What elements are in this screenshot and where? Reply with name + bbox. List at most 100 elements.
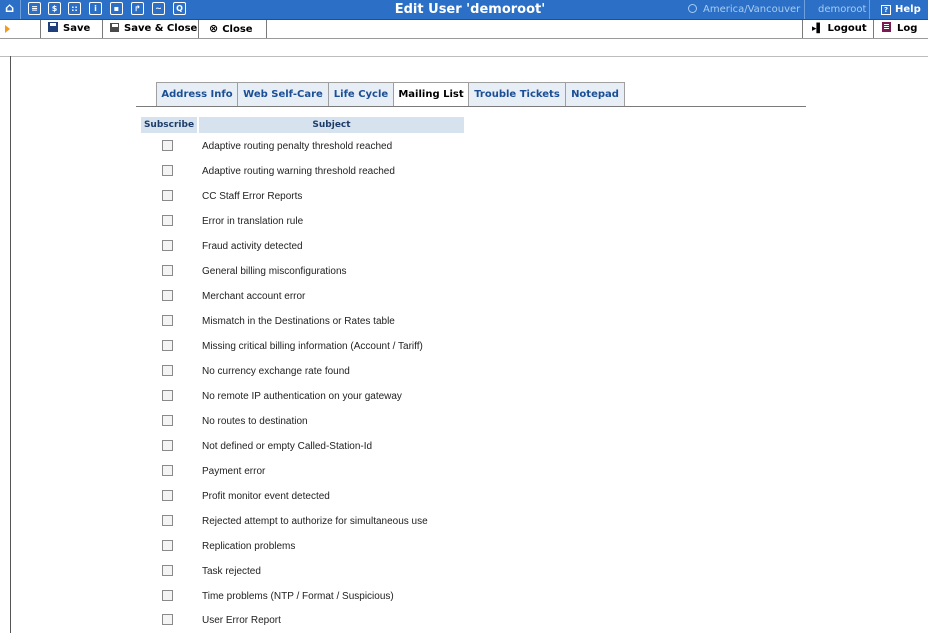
tab-life-cycle[interactable]: Life Cycle — [328, 82, 394, 106]
grid-icon[interactable]: :: — [68, 2, 81, 15]
subject-label: Task rejected — [202, 566, 261, 577]
divider — [102, 20, 103, 38]
page-title: Edit User 'demoroot' — [394, 2, 546, 17]
subject-label: Error in translation rule — [202, 216, 304, 227]
search-icon[interactable]: Q — [173, 2, 186, 15]
log-label: Log — [897, 23, 918, 34]
tab-mailing-list[interactable]: Mailing List — [393, 82, 469, 106]
table-row: Time problems (NTP / Format / Suspicious… — [0, 584, 928, 609]
subject-label: Adaptive routing warning threshold reach… — [202, 166, 395, 177]
device-icon[interactable]: ▪ — [110, 2, 123, 15]
table-row: Fraud activity detected — [0, 234, 928, 259]
subscribe-checkbox[interactable] — [162, 565, 173, 576]
help-icon: ? — [881, 5, 891, 15]
subject-label: Not defined or empty Called-Station-Id — [202, 441, 373, 452]
table-row: No routes to destination — [0, 409, 928, 434]
subscribe-checkbox[interactable] — [162, 215, 173, 226]
divider — [198, 20, 199, 38]
arrow-icon[interactable]: ↱ — [131, 2, 144, 15]
save-label: Save — [63, 23, 91, 34]
clock-icon — [688, 4, 697, 13]
subject-label: User Error Report — [202, 615, 281, 626]
subscribe-checkbox[interactable] — [162, 315, 173, 326]
save-close-button[interactable]: Save & Close — [110, 20, 197, 38]
table-row: Adaptive routing warning threshold reach… — [0, 159, 928, 184]
subject-label: No currency exchange rate found — [202, 366, 350, 377]
current-user-link[interactable]: demoroot — [818, 0, 866, 19]
table-row: Error in translation rule — [0, 209, 928, 234]
subject-label: Mismatch in the Destinations or Rates ta… — [202, 316, 395, 327]
subscribe-checkbox[interactable] — [162, 340, 173, 351]
logout-icon: ▸▌ — [812, 24, 824, 34]
save-button[interactable]: Save — [48, 20, 90, 38]
expand-arrow-icon[interactable] — [5, 25, 10, 33]
divider — [804, 0, 805, 19]
subscribe-checkbox[interactable] — [162, 365, 173, 376]
subscribe-checkbox[interactable] — [162, 465, 173, 476]
divider — [20, 0, 21, 19]
subject-label: Merchant account error — [202, 291, 306, 302]
divider — [802, 20, 803, 38]
floppy-icon — [110, 23, 119, 32]
table-row: User Error Report — [0, 608, 928, 633]
table-row: Adaptive routing penalty threshold reach… — [0, 134, 928, 159]
log-icon — [882, 22, 891, 32]
subject-column-header: Subject — [199, 117, 464, 133]
subscribe-checkbox[interactable] — [162, 440, 173, 451]
tab-trouble-tickets[interactable]: Trouble Tickets — [468, 82, 566, 106]
subscribe-checkbox[interactable] — [162, 265, 173, 276]
subscribe-checkbox[interactable] — [162, 240, 173, 251]
toolbar-row: Save Save & Close ⊗ Close ▸▌ Logout Log — [0, 20, 928, 39]
table-row: Mismatch in the Destinations or Rates ta… — [0, 309, 928, 334]
table-row: Profit monitor event detected — [0, 484, 928, 509]
tab-address-info[interactable]: Address Info — [156, 82, 238, 106]
close-button[interactable]: ⊗ Close — [209, 20, 253, 38]
subject-label: CC Staff Error Reports — [202, 191, 303, 202]
table-row: Task rejected — [0, 559, 928, 584]
subscribe-checkbox[interactable] — [162, 165, 173, 176]
floppy-icon — [48, 22, 58, 32]
subscribe-checkbox[interactable] — [162, 614, 173, 625]
tab-web-self-care[interactable]: Web Self-Care — [237, 82, 329, 106]
divider — [869, 0, 870, 19]
table-row: No currency exchange rate found — [0, 359, 928, 384]
subject-label: Rejected attempt to authorize for simult… — [202, 516, 428, 527]
subject-label: Fraud activity detected — [202, 241, 303, 252]
logout-button[interactable]: ▸▌ Logout — [812, 20, 867, 38]
divider — [873, 20, 874, 38]
subscribe-checkbox[interactable] — [162, 515, 173, 526]
subscribe-checkbox[interactable] — [162, 490, 173, 501]
table-row: Payment error — [0, 459, 928, 484]
tab-underline — [136, 106, 806, 107]
subscribe-checkbox[interactable] — [162, 415, 173, 426]
table-row: Merchant account error — [0, 284, 928, 309]
timezone-link[interactable]: America/Vancouver — [688, 0, 802, 19]
close-icon: ⊗ — [209, 22, 219, 35]
tab-notepad[interactable]: Notepad — [565, 82, 625, 106]
subscribe-checkbox[interactable] — [162, 540, 173, 551]
subscribe-checkbox[interactable] — [162, 390, 173, 401]
help-link[interactable]: ? Help — [881, 0, 921, 19]
table-row: Rejected attempt to authorize for simult… — [0, 509, 928, 534]
table-row: Not defined or empty Called-Station-Id — [0, 434, 928, 459]
log-button[interactable]: Log — [882, 20, 917, 38]
help-label: Help — [895, 4, 921, 15]
subscribe-column-header: Subscribe — [141, 117, 197, 133]
list-icon[interactable]: ≡ — [28, 2, 41, 15]
subscribe-checkbox[interactable] — [162, 140, 173, 151]
subscribe-checkbox[interactable] — [162, 290, 173, 301]
subject-label: No remote IP authentication on your gate… — [202, 391, 402, 402]
home-icon[interactable]: ⌂ — [3, 2, 16, 15]
dollar-icon[interactable]: $ — [48, 2, 61, 15]
person-icon[interactable]: i — [89, 2, 102, 15]
subject-label: General billing misconfigurations — [202, 266, 347, 277]
timezone-label: America/Vancouver — [703, 4, 801, 15]
subscribe-checkbox[interactable] — [162, 190, 173, 201]
subject-label: Adaptive routing penalty threshold reach… — [202, 141, 393, 152]
table-row: Replication problems — [0, 534, 928, 559]
close-label: Close — [222, 24, 253, 35]
chart-icon[interactable]: ~ — [152, 2, 165, 15]
subscribe-checkbox[interactable] — [162, 590, 173, 601]
divider — [266, 20, 267, 38]
table-row: CC Staff Error Reports — [0, 184, 928, 209]
